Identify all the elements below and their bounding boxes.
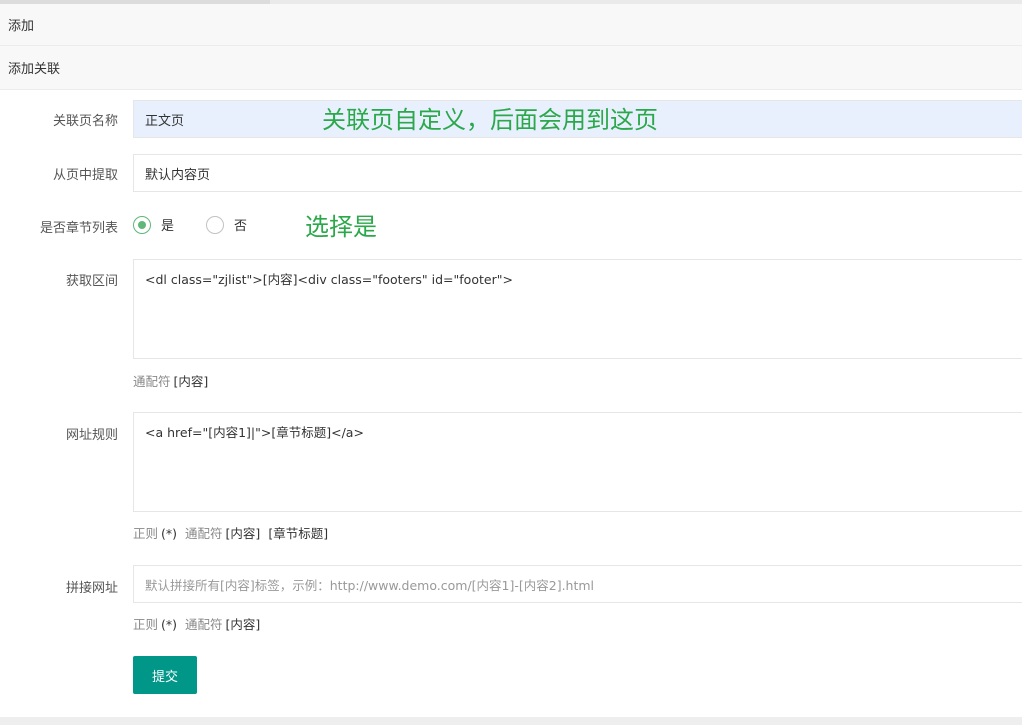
join-url-hint-tag[interactable]: [内容] [226,617,261,632]
extract-from-value: 默认内容页 [145,167,211,183]
range-hint-prefix: 通配符 [133,374,171,389]
url-rule-hint-regex-tag[interactable]: (*) [161,526,177,541]
extract-from-label: 从页中提取 [52,168,118,183]
url-rule-label: 网址规则 [65,428,118,443]
radio-yes[interactable] [133,215,151,234]
url-rule-hint-tag2[interactable]: [章节标题] [268,526,328,541]
url-rule-hint-prefix: 通配符 [185,526,223,541]
url-rule-hint-regex: 正则 [133,526,159,541]
join-url-label: 拼接网址 [65,581,118,596]
join-url-placeholder: 默认拼接所有[内容]标签，示例：http://www.demo.com/[内容1… [145,577,595,593]
section-add: 添加 [0,4,1022,46]
range-hint-tag[interactable]: [内容] [174,374,209,389]
radio-no[interactable] [206,215,225,234]
section-add-relation: 添加关联 [0,46,1022,90]
range-value: <dl class="zjlist">[内容]<div class="foote… [145,272,513,287]
join-url-hint-prefix: 通配符 [185,617,223,632]
bottom-scroll-bar[interactable] [0,717,1022,725]
radio-no-label[interactable]: 否 [234,215,247,234]
chapter-list-radio-group: 是 否 [133,215,279,234]
radio-yes-dot-icon [138,220,146,229]
extract-from-select[interactable]: 默认内容页 [133,154,1022,192]
join-url-hint-regex-tag[interactable]: (*) [161,617,177,632]
chapter-annotation: 选择是 [305,213,377,241]
url-rule-textarea[interactable]: <a href="[内容1]|">[章节标题]</a> [133,412,1022,512]
join-url-hint-regex: 正则 [133,617,159,632]
page-name-value: 正文页 [145,113,185,129]
submit-button[interactable]: 提交 [133,656,197,694]
range-textarea[interactable]: <dl class="zjlist">[内容]<div class="foote… [133,259,1022,359]
radio-yes-label[interactable]: 是 [161,215,174,234]
join-url-hint: 正则 (*) 通配符 [内容] [133,614,260,633]
form-page: 添加 添加关联 关联页名称 正文页 关联页自定义，后面会用到这页 从页中提取 默… [0,0,1022,725]
page-name-annotation: 关联页自定义，后面会用到这页 [322,106,658,134]
url-rule-hint-tag[interactable]: [内容] [226,526,261,541]
range-label: 获取区间 [65,274,118,289]
page-name-label: 关联页名称 [52,114,118,129]
range-hint: 通配符 [内容] [133,371,208,390]
url-rule-value: <a href="[内容1]|">[章节标题]</a> [145,425,364,440]
chapter-list-label: 是否章节列表 [39,221,118,236]
url-rule-hint: 正则 (*) 通配符 [内容] [章节标题] [133,523,328,542]
join-url-input[interactable]: 默认拼接所有[内容]标签，示例：http://www.demo.com/[内容1… [133,565,1022,603]
